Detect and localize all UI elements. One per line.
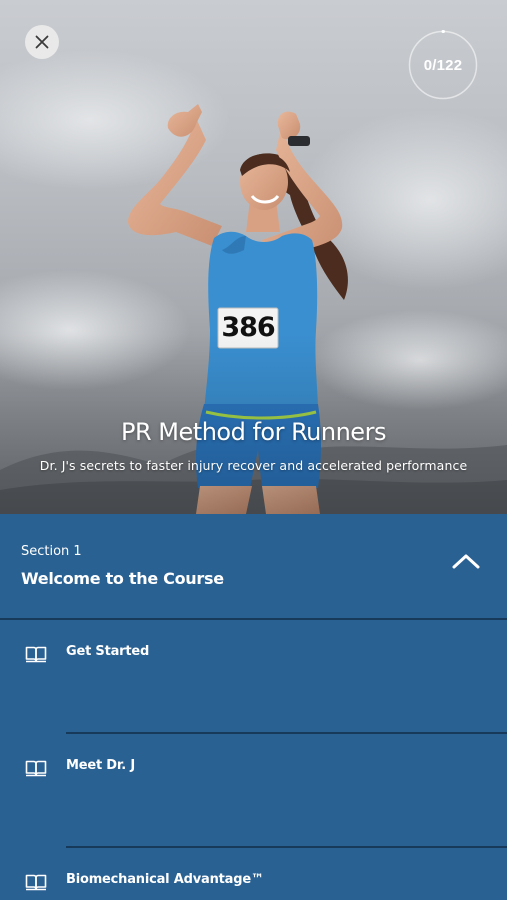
progress-count: 0/122 — [423, 56, 463, 74]
close-button[interactable] — [25, 25, 59, 59]
lesson-item-biomechanical-advantage[interactable]: Biomechanical Advantage™ — [0, 848, 507, 900]
lesson-item-get-started[interactable]: Get Started — [0, 620, 507, 734]
lesson-label: Get Started — [66, 644, 150, 659]
course-title: PR Method for Runners — [121, 418, 386, 446]
book-icon — [25, 760, 47, 777]
section-title: Welcome to the Course — [21, 569, 224, 588]
lesson-label: Meet Dr. J — [66, 758, 135, 773]
chevron-up-icon[interactable] — [451, 552, 481, 570]
lesson-item-meet-dr-j[interactable]: Meet Dr. J — [0, 734, 507, 848]
book-icon — [25, 646, 47, 663]
lesson-label: Biomechanical Advantage™ — [66, 872, 264, 887]
section-number: Section 1 — [21, 544, 82, 559]
course-hero: 386 0/122 PR Method for Runners Dr. J's … — [0, 0, 507, 514]
close-icon — [35, 35, 49, 49]
course-progress: 0/122 — [408, 30, 478, 100]
section-header[interactable]: Section 1 Welcome to the Course — [0, 514, 507, 620]
book-icon — [25, 874, 47, 891]
course-subtitle: Dr. J's secrets to faster injury recover… — [39, 458, 468, 473]
